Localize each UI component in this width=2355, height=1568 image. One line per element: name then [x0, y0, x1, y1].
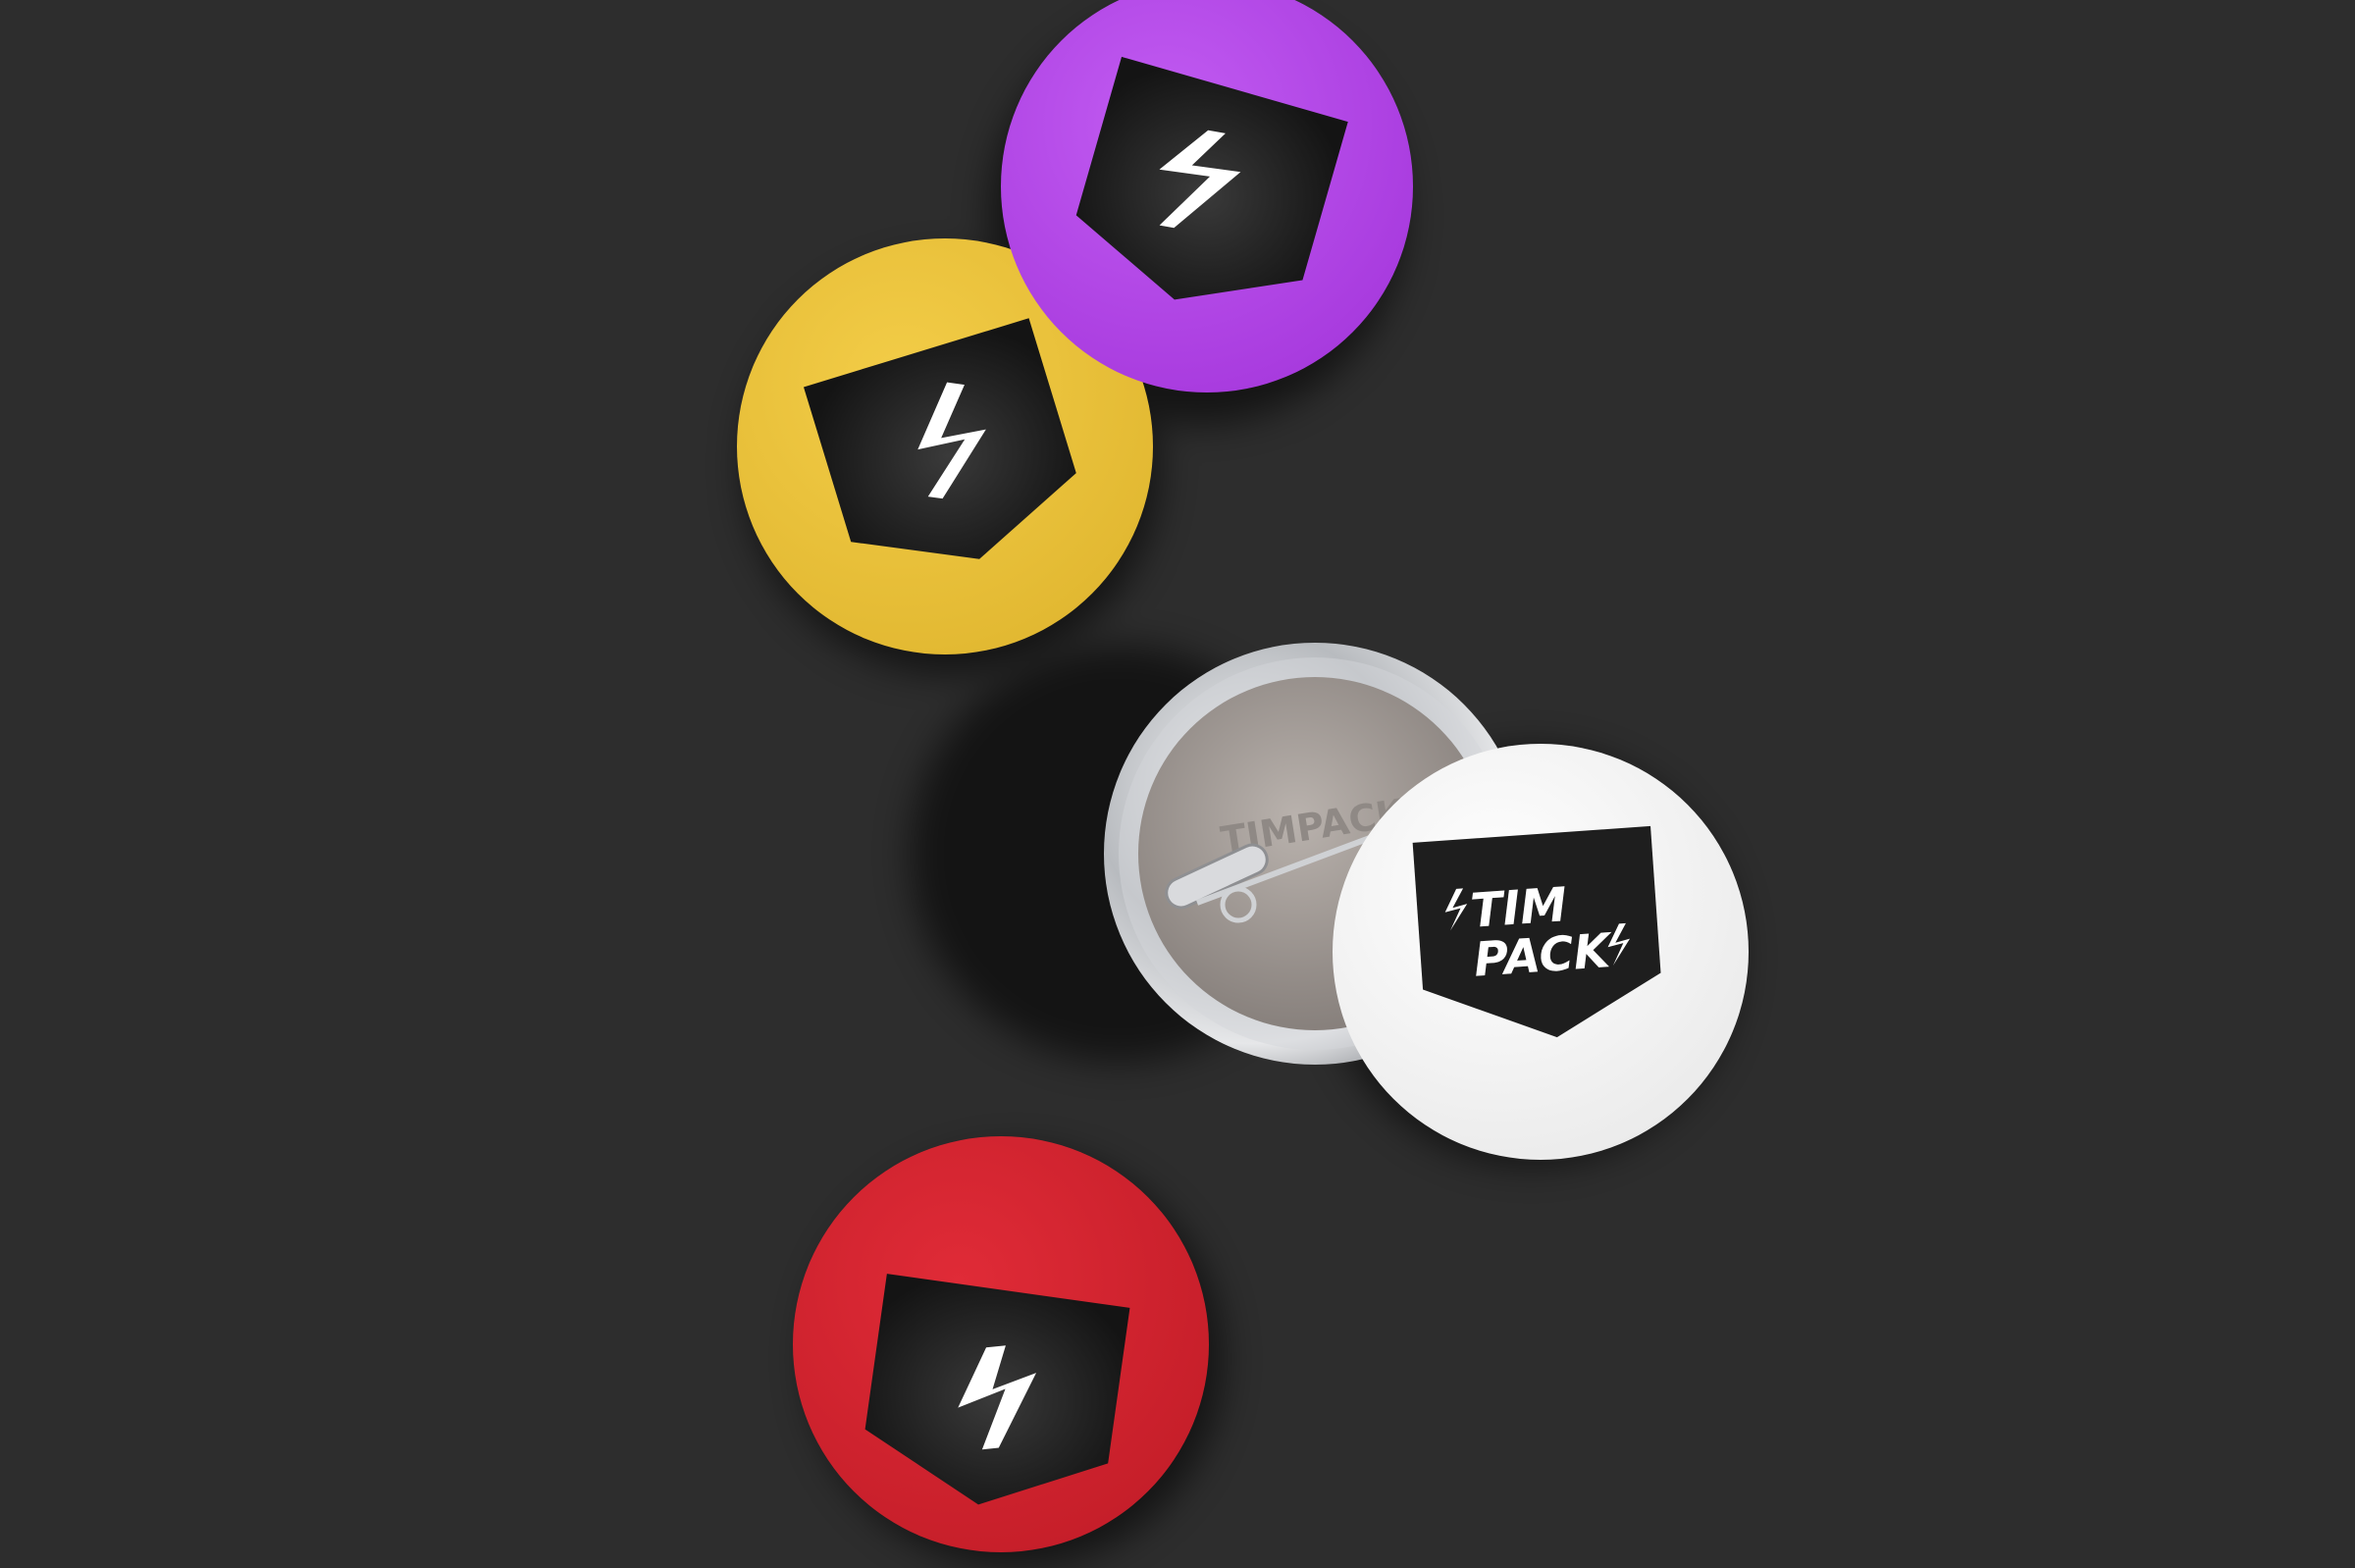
red-pin-button	[793, 1136, 1209, 1552]
svg-text:PACK: PACK	[1472, 923, 1615, 988]
white-pin-button: TIM PACK	[1333, 744, 1749, 1160]
product-photo-scene: TIMPACK TIM PACK	[737, 0, 1749, 1567]
